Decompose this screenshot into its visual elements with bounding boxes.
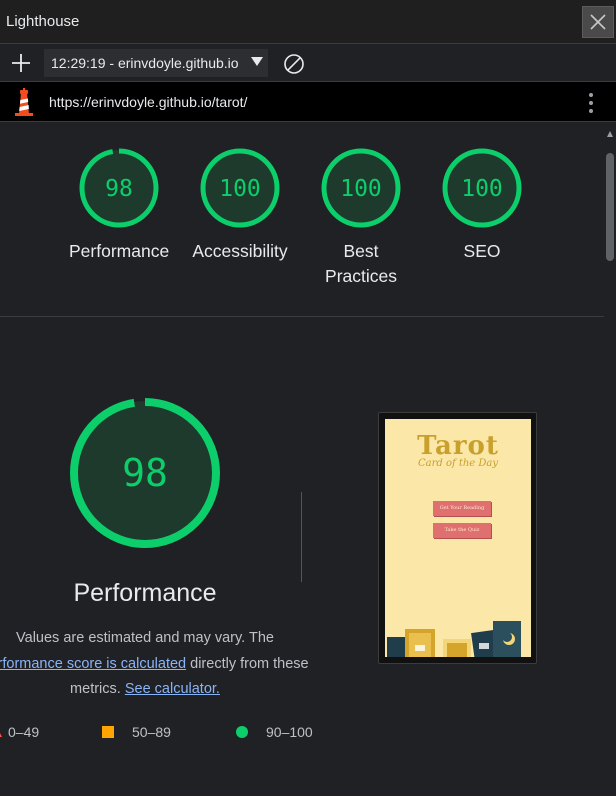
gauge-accessibility[interactable]: 100 Accessibility: [190, 147, 290, 264]
final-screenshot[interactable]: Tarot Card of the Day Get Your Reading T…: [378, 412, 537, 664]
screenshot-button-2: Take the Quiz: [433, 523, 491, 538]
scrollbar-thumb[interactable]: [606, 153, 614, 261]
legend-average: 50–89: [102, 724, 171, 740]
gauge-label: SEO: [463, 241, 501, 261]
see-calculator-link[interactable]: See calculator.: [125, 681, 220, 697]
gauge-score: 100: [340, 176, 382, 202]
performance-description: Values are estimated and may vary. The p…: [0, 626, 330, 703]
desc-text-1: Values are estimated and may vary. The: [16, 630, 274, 646]
report-select-label: 12:29:19 - erinvdoyle.github.io: [51, 55, 239, 71]
plus-icon: [12, 54, 30, 72]
screenshot-button-1: Get Your Reading: [433, 501, 491, 516]
desc-text-3: metrics.: [70, 681, 121, 697]
circle-icon: [236, 726, 248, 738]
report-content: 98 Performance 100 Accessibility 100 Bes…: [0, 123, 604, 796]
lighthouse-logo-icon: [15, 88, 33, 116]
section-divider: [0, 316, 604, 317]
performance-big-score: 98: [122, 451, 168, 495]
performance-big-gauge: 98: [70, 398, 220, 548]
screenshot-image: Tarot Card of the Day Get Your Reading T…: [385, 419, 531, 657]
score-legend: 0–49 50–89 90–100: [0, 724, 330, 744]
new-report-button[interactable]: [9, 51, 33, 75]
gauge-score: 98: [105, 176, 133, 202]
window-titlebar: Lighthouse: [0, 0, 616, 44]
scroll-up-arrow-icon[interactable]: [607, 131, 613, 137]
window-title: Lighthouse: [6, 13, 80, 30]
report-select[interactable]: 12:29:19 - erinvdoyle.github.io: [44, 49, 268, 77]
gauge-label: Best Practices: [325, 241, 397, 286]
desc-text-2: directly from these: [190, 655, 309, 672]
gauge-ring: 98: [79, 148, 159, 228]
gauge-best-practices[interactable]: 100 Best Practices: [311, 147, 411, 289]
screenshot-cards-illustration: [387, 621, 521, 657]
clear-all-button[interactable]: [283, 53, 305, 75]
screenshot-title: Tarot: [417, 431, 499, 461]
chevron-down-icon: [251, 57, 263, 66]
legend-average-label: 50–89: [132, 724, 171, 740]
gauge-score: 100: [461, 176, 503, 202]
gauge-performance[interactable]: 98 Performance: [69, 147, 169, 264]
gauge-ring: 100: [200, 148, 280, 228]
report-url[interactable]: https://erinvdoyle.github.io/tarot/: [49, 94, 247, 110]
clear-icon: [284, 54, 304, 74]
screenshot-subtitle: Card of the Day: [417, 458, 499, 469]
legend-fail-label: 0–49: [8, 724, 40, 740]
gauge-label: Accessibility: [192, 241, 288, 261]
legend-pass-label: 90–100: [266, 724, 313, 740]
close-button[interactable]: [582, 6, 614, 38]
legend-fail: 0–49: [0, 724, 39, 740]
gauge-label: Performance: [69, 241, 170, 261]
square-icon: [102, 726, 114, 738]
report-url-bar: https://erinvdoyle.github.io/tarot/: [0, 82, 616, 122]
close-icon: [590, 14, 606, 30]
performance-title: Performance: [73, 579, 217, 607]
score-calc-link[interactable]: performance score is calculated: [0, 656, 186, 672]
gauge-seo[interactable]: 100 SEO: [432, 147, 532, 264]
triangle-icon: [0, 733, 2, 737]
more-options-icon[interactable]: [588, 92, 594, 114]
vertical-scrollbar[interactable]: [604, 123, 616, 796]
gauge-score: 100: [219, 176, 261, 202]
lighthouse-toolbar: 12:29:19 - erinvdoyle.github.io: [0, 44, 616, 82]
gauge-ring: 100: [321, 148, 401, 228]
legend-pass: 90–100: [236, 724, 313, 740]
gauge-ring: 100: [442, 148, 522, 228]
vertical-divider: [301, 492, 302, 582]
